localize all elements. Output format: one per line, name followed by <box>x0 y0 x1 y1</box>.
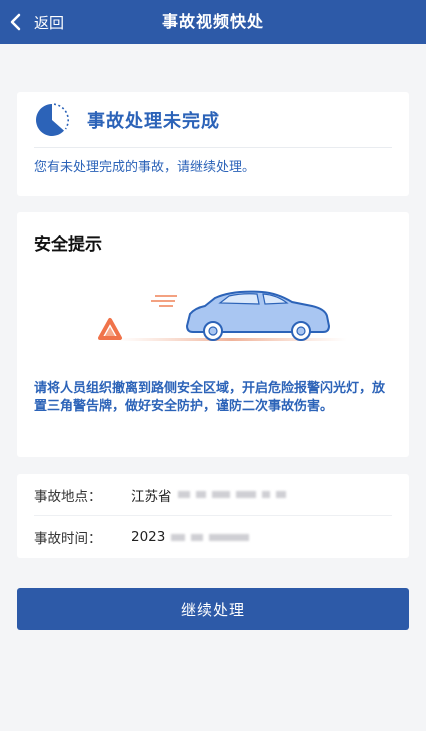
redacted-text <box>177 491 190 498</box>
location-value: 江苏省 <box>131 488 172 505</box>
redacted-text <box>211 491 230 498</box>
warning-triangle-icon <box>98 318 122 340</box>
status-header: 事故处理未完成 <box>17 92 409 147</box>
location-label: 事故地点： <box>34 488 102 505</box>
top-navigation-bar: 返回 事故视频快处 <box>0 0 426 44</box>
status-description: 您有未处理完成的事故，请继续处理。 <box>34 160 256 175</box>
redacted-text <box>235 491 256 498</box>
continue-button[interactable]: 继续处理 <box>17 588 409 630</box>
redacted-text <box>209 533 250 541</box>
safety-tip-card: 安全提示 请将人员组织撤离到路侧安全区域，开启危险报警闪光灯，放置三角警告牌，做… <box>17 212 409 457</box>
car-illustration <box>98 290 347 341</box>
pie-status-icon <box>36 102 69 136</box>
accident-location-row: 事故地点： 江苏省 <box>34 474 392 516</box>
time-label: 事故时间： <box>34 531 102 547</box>
safety-tip-title: 安全提示 <box>34 235 102 255</box>
accident-time-row: 事故时间： 2023 <box>34 516 392 558</box>
redacted-text <box>195 491 206 498</box>
status-card: 事故处理未完成 您有未处理完成的事故，请继续处理。 <box>17 92 409 196</box>
safety-tip-text: 请将人员组织撤离到路侧安全区域，开启危险报警闪光灯，放置三角警告牌，做好安全防护… <box>34 381 386 414</box>
redacted-text <box>171 533 186 541</box>
redacted-text <box>191 533 204 541</box>
divider <box>34 147 392 148</box>
page-title: 事故视频快处 <box>161 12 264 31</box>
accident-info-card: 事故地点： 江苏省 事故时间： 2023 <box>17 474 409 558</box>
redacted-text <box>275 491 286 498</box>
redacted-text <box>261 491 270 498</box>
time-value: 2023 <box>131 529 166 545</box>
status-title: 事故处理未完成 <box>87 110 220 132</box>
